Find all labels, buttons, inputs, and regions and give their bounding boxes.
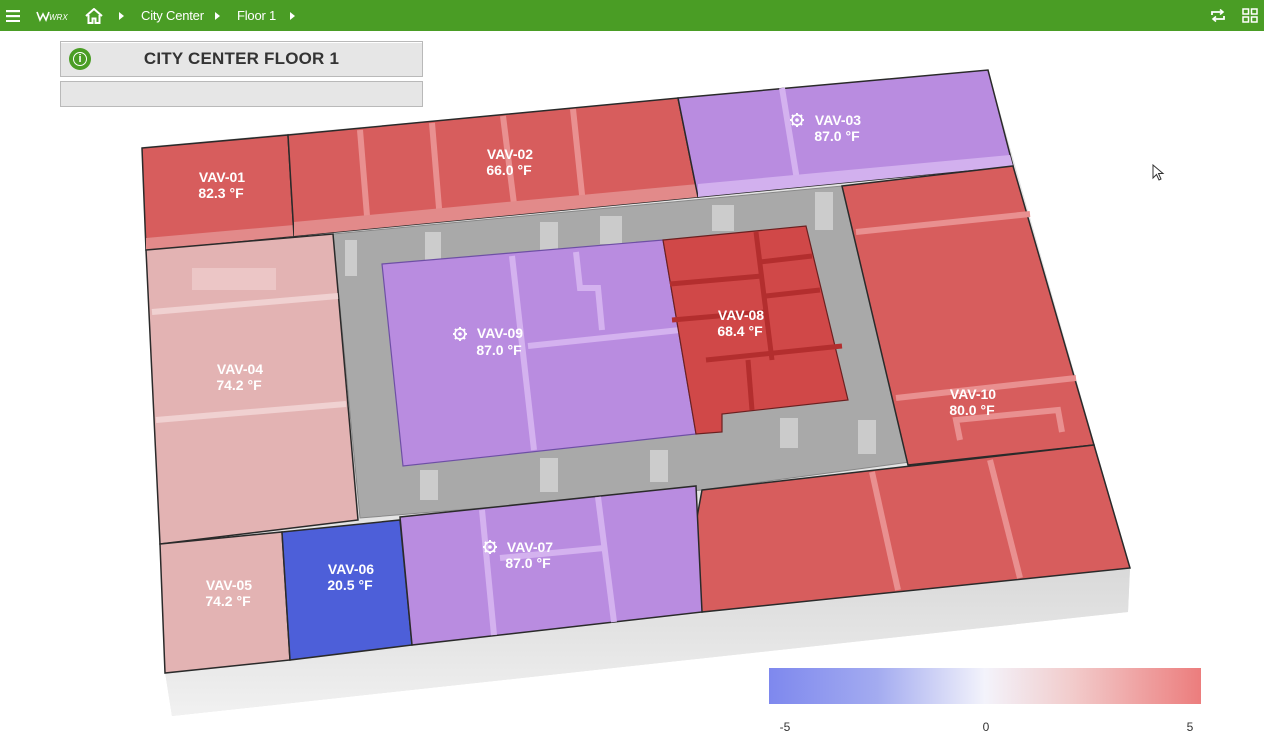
vav-01-name: VAV-01 — [199, 169, 245, 185]
vav-03-name: VAV-03 — [815, 112, 861, 128]
vav-03-temp: 87.0 °F — [814, 128, 860, 144]
gear-icon[interactable] — [790, 113, 804, 127]
vav-04-temp: 74.2 °F — [216, 377, 262, 393]
vav-07-temp: 87.0 °F — [505, 555, 551, 571]
vav-06-name: VAV-06 — [328, 561, 374, 577]
vav-06-temp: 20.5 °F — [327, 577, 373, 593]
vav-05-temp: 74.2 °F — [205, 593, 251, 609]
zone-vav-09[interactable] — [381, 239, 697, 467]
legend-min-label: -5 — [779, 720, 791, 734]
gear-icon[interactable] — [483, 540, 497, 554]
vav-08-name: VAV-08 — [718, 307, 764, 323]
vav-01-temp: 82.3 °F — [198, 185, 244, 201]
gear-icon[interactable] — [453, 327, 467, 341]
legend-mid-label: 0 — [982, 720, 990, 734]
vav-02-temp: 66.0 °F — [486, 162, 532, 178]
vav-10-name: VAV-10 — [950, 386, 996, 402]
vav-04-name: VAV-04 — [217, 361, 263, 377]
vav-09-name: VAV-09 — [477, 325, 523, 341]
vav-09-temp: 87.0 °F — [476, 342, 522, 358]
vav-08-temp: 68.4 °F — [717, 323, 763, 339]
vav-10-temp: 80.0 °F — [949, 402, 995, 418]
temperature-legend-bar — [769, 668, 1201, 704]
vav-05-name: VAV-05 — [206, 577, 252, 593]
legend-max-label: 5 — [1186, 720, 1194, 734]
vav-02-name: VAV-02 — [487, 146, 533, 162]
mouse-cursor-icon — [1152, 164, 1165, 181]
floor-plan: VAV-01 82.3 °F VAV-02 66.0 °F VAV-03 87.… — [141, 69, 1131, 716]
vav-07-name: VAV-07 — [507, 539, 553, 555]
